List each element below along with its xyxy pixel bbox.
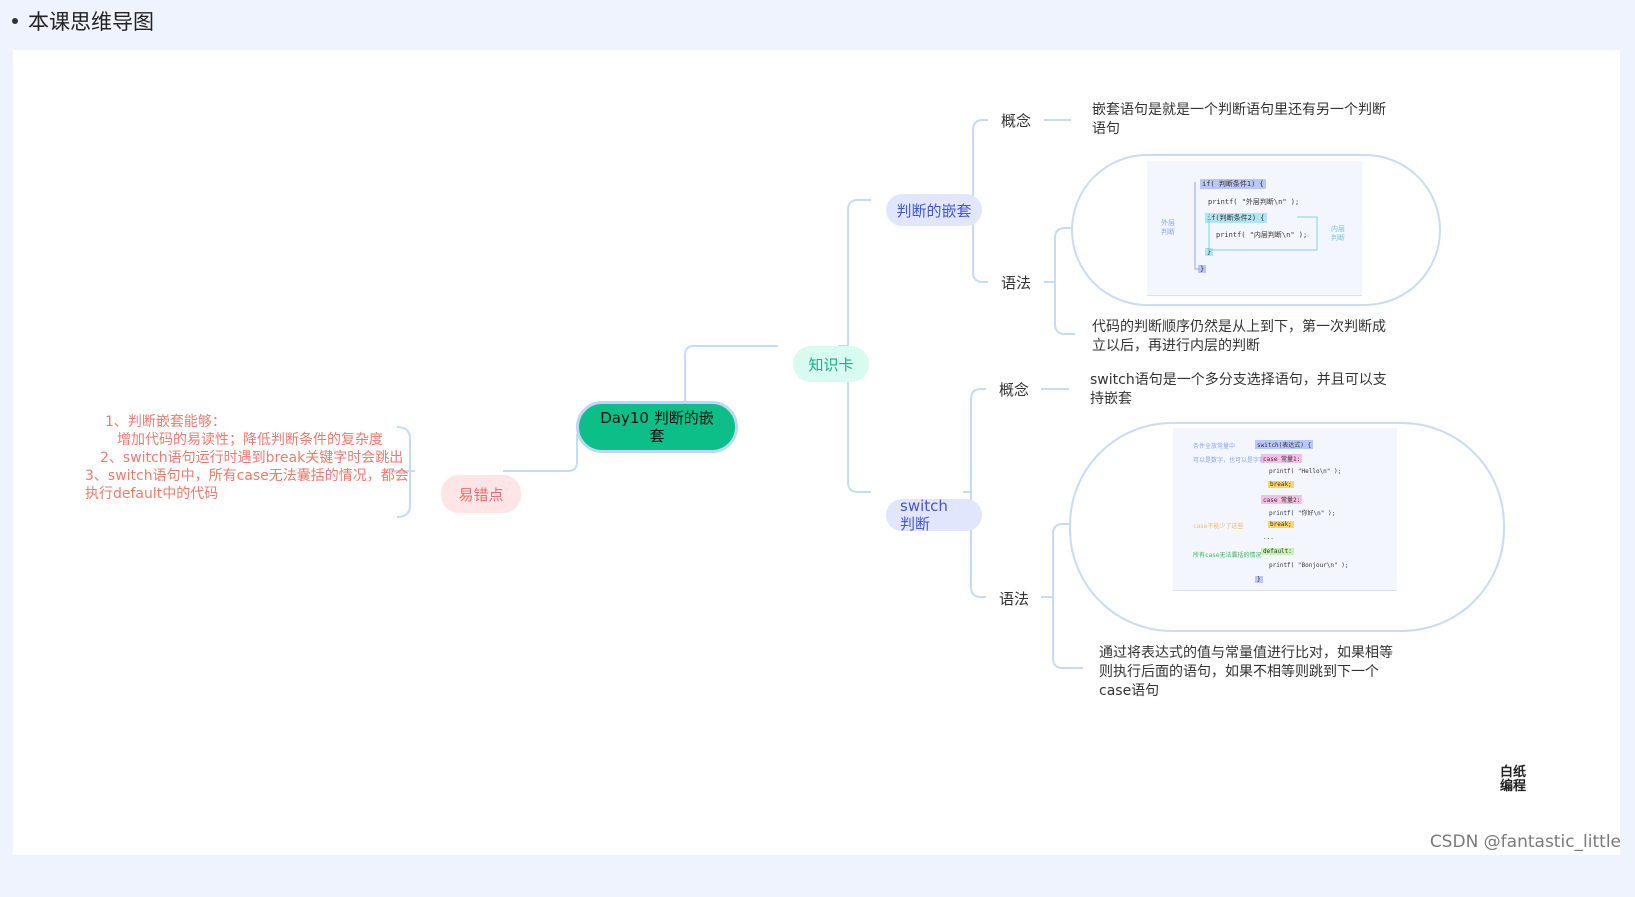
nested-syntax-node[interactable]: 语法 bbox=[1001, 272, 1031, 293]
code-note: 条件全放常量中 bbox=[1193, 443, 1236, 450]
switch-code-image: switch(表达式) { case 常量1: printf( "Hello\n… bbox=[1173, 428, 1397, 591]
switch-concept-label: 概念 bbox=[999, 381, 1030, 399]
knowledge-node[interactable]: 知识卡 bbox=[793, 346, 869, 382]
page-title: 本课思维导图 bbox=[12, 6, 154, 36]
switch-syntax-node[interactable]: 语法 bbox=[999, 588, 1029, 609]
code-note: case不能少了这些 bbox=[1193, 523, 1244, 530]
logo-line-1: 白纸 bbox=[1500, 765, 1527, 780]
mistakes-label: 易错点 bbox=[458, 485, 504, 504]
code-brackets bbox=[1194, 182, 1318, 270]
code-line: printf( "Hello\n" ); bbox=[1269, 468, 1342, 475]
code-line: ... bbox=[1263, 534, 1274, 541]
code-line: break; bbox=[1268, 521, 1294, 528]
watermark: CSDN @fantastic_little bbox=[1429, 832, 1621, 852]
link-root-mistakes bbox=[503, 434, 578, 472]
code-line: printf( "你好\n" ); bbox=[1269, 510, 1336, 517]
brand-logo: 白纸 编程 bbox=[1500, 766, 1526, 794]
code-note: 所有case无法囊括的情况 bbox=[1193, 552, 1262, 559]
switch-syntax-note: 通过将表达式的值与常量值进行比对，如果相等则执行后面的语句，如果不相等则跳到下一… bbox=[1099, 645, 1393, 699]
switch-concept-node[interactable]: 概念 bbox=[999, 379, 1029, 400]
switch-node[interactable]: switch判断 bbox=[886, 497, 982, 533]
mistakes-node[interactable]: 易错点 bbox=[441, 475, 521, 513]
code-line: break; bbox=[1268, 481, 1294, 488]
link-nested-syntax bbox=[1044, 227, 1075, 335]
nested-syntax-note: 代码的判断顺序仍然是从上到下，第一次判断成立以后，再进行内层的判断 bbox=[1092, 319, 1386, 354]
nested-label: 判断的嵌套 bbox=[896, 201, 972, 220]
link-root-knowledge bbox=[684, 345, 778, 401]
page-title-text: 本课思维导图 bbox=[28, 10, 154, 34]
nested-syntax-label: 语法 bbox=[1001, 274, 1032, 292]
logo-line-2: 编程 bbox=[1500, 779, 1527, 794]
nested-node[interactable]: 判断的嵌套 bbox=[886, 194, 982, 226]
switch-syntax-label: 语法 bbox=[999, 590, 1030, 608]
mistakes-list: 1、判断嵌套能够： 增加代码的易读性；降低判断条件的复杂度 2、switch语句… bbox=[85, 413, 415, 503]
mistake-item: 1、判断嵌套能够： bbox=[105, 414, 226, 430]
code-line: switch(表达式) { bbox=[1255, 440, 1314, 449]
root-label: Day10 判断的嵌套 bbox=[600, 409, 714, 445]
code-line: printf( "Bonjour\n" ); bbox=[1269, 562, 1349, 569]
mistake-item: 3、switch语句中，所有case无法囊括的情况，都会执行default中的代… bbox=[85, 468, 409, 502]
mistake-item: 2、switch语句运行时遇到break关键字时会跳出 bbox=[100, 450, 404, 466]
nested-concept-label: 概念 bbox=[1001, 112, 1032, 130]
bullet-icon bbox=[12, 18, 18, 24]
nested-code-image: if( 判断条件1) { printf( "外层判断\n" ); if(判断条件… bbox=[1147, 161, 1362, 296]
link-to-nested bbox=[847, 199, 871, 346]
switch-label: switch判断 bbox=[900, 497, 948, 533]
code-line: case 常量2: bbox=[1261, 495, 1303, 504]
code-line: case 常量1: bbox=[1261, 454, 1303, 463]
root-node[interactable]: Day10 判断的嵌套 bbox=[576, 401, 738, 453]
code-line: default: bbox=[1261, 548, 1294, 555]
knowledge-label: 知识卡 bbox=[808, 355, 854, 374]
nested-concept-node[interactable]: 概念 bbox=[1001, 110, 1031, 131]
link-switch-children bbox=[963, 388, 986, 598]
mindmap-canvas[interactable]: Day10 判断的嵌套 知识卡 易错点 判断的嵌套 switch判断 概念 嵌套… bbox=[13, 50, 1620, 855]
switch-concept-text: switch语句是一个多分支选择语句，并且可以支持嵌套 bbox=[1090, 372, 1387, 407]
mistake-item: 增加代码的易读性；降低判断条件的复杂度 bbox=[117, 432, 383, 448]
code-line: } bbox=[1255, 576, 1263, 583]
nested-concept-text: 嵌套语句是就是一个判断语句里还有另一个判断语句 bbox=[1092, 102, 1386, 137]
code-note: 可以是数字，也可以是字符 bbox=[1193, 457, 1266, 464]
